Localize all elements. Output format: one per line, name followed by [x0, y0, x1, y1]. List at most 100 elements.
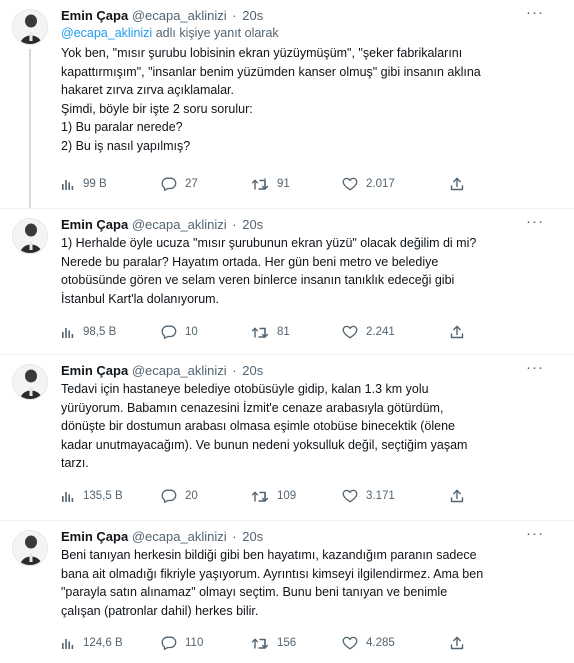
tweet-text-line: Yok ben, "mısır şurubu lobisinin ekran y… [61, 46, 463, 60]
reply-button[interactable]: 10 [161, 322, 198, 342]
separator: · [232, 8, 237, 23]
avatar[interactable] [12, 218, 48, 254]
reply-icon [161, 177, 177, 191]
views-icon [62, 328, 74, 338]
views-count: 135,5 B [83, 490, 123, 502]
views-button[interactable]: 135,5 B [61, 486, 123, 506]
like-icon [342, 177, 358, 191]
timestamp[interactable]: 20s [242, 529, 263, 544]
like-count: 3.171 [366, 490, 395, 502]
share-button[interactable] [450, 486, 464, 506]
tweet-text-line: çalışan (patronlar dahil) herkes bilir. [61, 603, 259, 618]
tweet-text-line: İstanbul Kart'la dolanıyorum. [61, 291, 220, 306]
author-name[interactable]: Emin Çapa [61, 217, 128, 232]
tweet[interactable]: Emin Çapa @ecapa_aklinizi · 20s ··· @eca… [0, 0, 574, 209]
reply-button[interactable]: 110 [161, 633, 203, 653]
tweet-text-line: Nerede bu paralar? Hayatım ortada. Her g… [61, 254, 439, 269]
more-icon[interactable]: ··· [526, 5, 544, 20]
tweet-text: Tedavi için hastaneye belediye otobüsüyl… [61, 380, 551, 473]
timestamp[interactable]: 20s [242, 8, 263, 23]
share-button[interactable] [450, 633, 464, 653]
like-icon [342, 325, 358, 339]
views-icon [62, 639, 74, 649]
avatar[interactable] [12, 364, 48, 400]
reply-icon [161, 325, 177, 339]
like-button[interactable]: 2.241 [342, 322, 395, 342]
avatar[interactable] [12, 530, 48, 566]
author-handle[interactable]: @ecapa_aklinizi [132, 8, 227, 23]
views-icon [62, 492, 74, 502]
author-handle[interactable]: @ecapa_aklinizi [132, 529, 227, 544]
reply-icon [161, 636, 177, 650]
tweet-text-line: hakaret zırva zırva açıklamalar. [61, 83, 234, 97]
share-button[interactable] [450, 322, 464, 342]
author-name[interactable]: Emin Çapa [61, 363, 128, 378]
avatar[interactable] [12, 9, 48, 45]
like-button[interactable]: 4.285 [342, 633, 395, 653]
retweet-button[interactable]: 109 [251, 486, 296, 506]
tweet-text-line: tarzı. [61, 456, 89, 470]
tweet-text: Beni tanıyan herkesin bildiği gibi ben h… [61, 546, 551, 620]
timestamp[interactable]: 20s [242, 217, 263, 232]
views-icon [62, 180, 74, 190]
retweet-count: 156 [277, 637, 297, 649]
tweet-text: 1) Herhalde öyle ucuza "mısır şurubunun … [61, 234, 551, 308]
views-count: 98,5 B [83, 326, 117, 338]
author-name[interactable]: Emin Çapa [61, 8, 128, 23]
reply-count: 10 [185, 326, 198, 338]
like-icon [342, 636, 358, 650]
more-icon[interactable]: ··· [526, 214, 544, 229]
share-icon [450, 177, 464, 191]
tweet-text-line: 1) Herhalde öyle ucuza "mısır şurubunun … [61, 236, 477, 250]
tweet-text-line: Beni tanıyan herkesin bildiği gibi ben h… [61, 548, 477, 562]
author-handle[interactable]: @ecapa_aklinizi [132, 363, 227, 378]
more-icon[interactable]: ··· [526, 360, 544, 375]
retweet-icon [251, 638, 269, 649]
retweet-button[interactable]: 156 [251, 633, 296, 653]
more-icon[interactable]: ··· [526, 526, 544, 541]
tweet[interactable]: Emin Çapa @ecapa_aklinizi · 20s ··· 1) H… [0, 209, 574, 355]
like-count: 2.241 [366, 326, 395, 338]
timestamp[interactable]: 20s [242, 363, 263, 378]
views-button[interactable]: 124,6 B [61, 633, 123, 653]
tweet-text-line: Tedavi için hastaneye belediye otobüsüyl… [61, 382, 429, 396]
tweet[interactable]: Emin Çapa @ecapa_aklinizi · 20s ··· Teda… [0, 355, 574, 521]
retweet-count: 81 [277, 326, 290, 338]
tweet-text: Yok ben, "mısır şurubu lobisinin ekran y… [61, 44, 551, 155]
reply-count: 27 [185, 178, 198, 190]
reply-context-text: adlı kişiye yanıt olarak [155, 26, 279, 40]
tweet-text-line: bana ait olmadığı fikriyle yaşıyorum. Ay… [61, 566, 484, 581]
views-button[interactable]: 98,5 B [61, 322, 116, 342]
reply-button[interactable]: 20 [161, 486, 198, 506]
views-count: 99 B [83, 178, 107, 190]
like-icon [342, 489, 358, 503]
like-count: 4.285 [366, 637, 395, 649]
tweet-text-line: 2) Bu iş nasıl yapılmış? [61, 138, 191, 153]
retweet-icon [251, 327, 269, 338]
like-button[interactable]: 3.171 [342, 486, 395, 506]
share-icon [450, 636, 464, 650]
retweet-count: 109 [277, 490, 297, 502]
share-button[interactable] [450, 174, 464, 194]
author-name[interactable]: Emin Çapa [61, 529, 128, 544]
share-icon [450, 325, 464, 339]
tweet[interactable]: Emin Çapa @ecapa_aklinizi · 20s ··· Beni… [0, 521, 574, 663]
tweet-text-line: yürüyorum. Babamın cenazesini İzmit'e ce… [61, 400, 444, 415]
share-icon [450, 489, 464, 503]
reply-icon [161, 489, 177, 503]
reply-count: 110 [185, 637, 204, 649]
thread-connector [29, 49, 31, 209]
tweet-thread: Emin Çapa @ecapa_aklinizi · 20s ··· @eca… [0, 0, 574, 663]
retweet-button[interactable]: 81 [251, 322, 290, 342]
reply-mention-link[interactable]: @ecapa_aklinizi [61, 26, 152, 40]
author-handle[interactable]: @ecapa_aklinizi [132, 217, 227, 232]
reply-button[interactable]: 27 [161, 174, 198, 194]
tweet-header: Emin Çapa @ecapa_aklinizi · 20s [61, 216, 263, 234]
retweet-button[interactable]: 91 [251, 174, 290, 194]
retweet-icon [251, 491, 269, 502]
like-button[interactable]: 2.017 [342, 174, 395, 194]
separator: · [232, 217, 237, 232]
views-button[interactable]: 99 B [61, 174, 107, 194]
tweet-text-line: kadar unutmayacağım). Ve bunun nedeni yo… [61, 437, 468, 452]
tweet-text-line: otobüsünde gören ve selam veren binlerce… [61, 273, 455, 287]
